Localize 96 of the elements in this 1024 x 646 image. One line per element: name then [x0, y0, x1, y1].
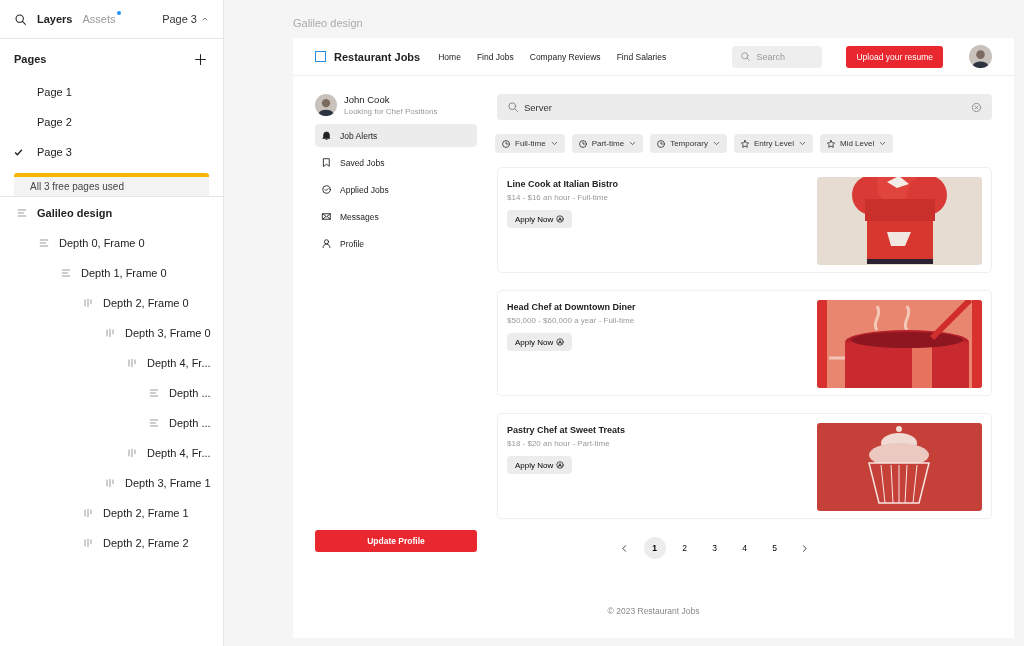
layer-name[interactable]: Depth 2, Frame 0	[103, 297, 189, 309]
layer-name[interactable]: Depth 3, Frame 1	[125, 477, 211, 489]
apply-icon	[556, 215, 565, 223]
page-switcher[interactable]: Page 3	[162, 13, 197, 25]
layer-name[interactable]: Depth 0, Frame 0	[59, 237, 145, 249]
layout-bars-icon	[104, 477, 116, 489]
job-details: $18 - $20 an hour - Part-time	[507, 439, 611, 448]
layout-bars-icon	[82, 537, 94, 549]
search-icon	[14, 12, 27, 26]
chevron-down-icon	[797, 139, 807, 148]
person-icon	[321, 238, 332, 249]
layer-name[interactable]: Depth 2, Frame 2	[103, 537, 189, 549]
logo-icon	[315, 51, 326, 62]
nav-link[interactable]: Company Reviews	[529, 51, 601, 62]
layout-bars-icon	[82, 297, 94, 309]
search-icon	[740, 51, 752, 62]
sidebar-item[interactable]: Saved Jobs	[315, 151, 477, 174]
apply-button[interactable]: Apply Now	[507, 333, 573, 351]
filter-chip[interactable]: Full-time	[495, 134, 565, 153]
job-search-field[interactable]: Server	[497, 94, 992, 120]
filter-chip[interactable]: Mid Level	[819, 134, 894, 153]
layout-lines-icon	[148, 387, 160, 399]
chevron-down-icon	[878, 139, 888, 148]
layer-name[interactable]: Depth 4, Fr...	[147, 447, 211, 459]
bell-icon	[321, 130, 332, 141]
apply-button[interactable]: Apply Now	[507, 210, 573, 228]
brand-name[interactable]: Restaurant Jobs	[334, 50, 421, 63]
sidebar-item[interactable]: Messages	[315, 205, 477, 228]
layout-lines-icon	[16, 207, 28, 219]
frame-label: Galileo design	[293, 17, 363, 29]
job-details: $14 - $16 an hour - Full-time	[507, 193, 609, 202]
page-item[interactable]: Page 1	[37, 86, 72, 98]
pages-limit-notice: All 3 free pages used	[14, 173, 209, 196]
pages-title: Pages	[14, 53, 47, 65]
panel-tab[interactable]: Layers	[37, 13, 73, 25]
page-item[interactable]: Page 2	[37, 116, 72, 128]
clock-icon	[577, 138, 588, 149]
chevron-down-icon	[549, 139, 559, 148]
layer-name[interactable]: Depth ...	[169, 417, 211, 429]
layout-bars-icon	[104, 327, 116, 339]
chevron-right-icon	[800, 543, 809, 553]
job-title[interactable]: Line Cook at Italian Bistro	[507, 179, 618, 189]
page-number[interactable]: 3	[703, 537, 726, 559]
footer-text: © 2023 Restaurant Jobs	[607, 606, 700, 616]
layer-name[interactable]: Depth 4, Fr...	[147, 357, 211, 369]
avatar	[315, 94, 337, 116]
chevron-down-icon	[711, 139, 721, 148]
apply-icon	[556, 338, 565, 346]
layout-lines-icon	[38, 237, 50, 249]
nav-link[interactable]: Find Jobs	[476, 51, 514, 62]
bookmark-icon	[321, 157, 332, 168]
layout-lines-icon	[148, 417, 160, 429]
layer-name[interactable]: Galileo design	[37, 207, 113, 219]
job-title[interactable]: Head Chef at Downtown Diner	[507, 302, 636, 312]
update-profile-button[interactable]: Update Profile	[315, 530, 477, 552]
apply-icon	[556, 461, 565, 469]
star-icon	[739, 138, 750, 149]
sidebar-item[interactable]: Profile	[315, 232, 477, 255]
layout-bars-icon	[126, 357, 138, 369]
layer-name[interactable]: Depth 2, Frame 1	[103, 507, 189, 519]
chevron-down-icon	[628, 139, 638, 148]
caret-up-icon	[201, 15, 209, 23]
job-details: $50,000 - $60,000 a year - Full-time	[507, 316, 636, 325]
job-title[interactable]: Pastry Chef at Sweet Treats	[507, 425, 626, 435]
envelope-icon	[321, 211, 332, 222]
search-icon	[507, 101, 519, 113]
check-circle-icon	[321, 184, 332, 195]
nav-link[interactable]: Home	[438, 51, 461, 62]
profile-subtitle: Looking for Chef Positions	[344, 107, 438, 116]
filter-chip[interactable]: Temporary	[650, 134, 727, 153]
filter-chip[interactable]: Entry Level	[733, 134, 813, 153]
layer-name[interactable]: Depth 3, Frame 0	[125, 327, 211, 339]
upload-resume-button[interactable]: Upload your resume	[846, 45, 943, 68]
nav-link[interactable]: Find Salaries	[616, 51, 667, 62]
page-number[interactable]: 1	[643, 537, 666, 559]
clear-icon	[971, 101, 982, 113]
page-number[interactable]: 2	[673, 537, 696, 559]
sidebar-item[interactable]: Job Alerts	[315, 124, 477, 147]
star-icon	[825, 138, 836, 149]
page-number[interactable]: 5	[763, 537, 786, 559]
apply-button[interactable]: Apply Now	[507, 456, 573, 474]
add-icon	[194, 52, 207, 66]
layout-lines-icon	[60, 267, 72, 279]
filter-chip[interactable]: Part-time	[571, 134, 644, 153]
clock-icon	[656, 138, 667, 149]
layer-name[interactable]: Depth ...	[169, 387, 211, 399]
chevron-left-icon	[620, 543, 629, 553]
avatar	[969, 45, 992, 68]
clock-icon	[501, 138, 511, 149]
page-number[interactable]: 4	[733, 537, 756, 559]
profile-name: John Cook	[344, 94, 391, 105]
layout-bars-icon	[82, 507, 94, 519]
page-item[interactable]: Page 3	[37, 146, 72, 158]
sidebar-item[interactable]: Applied Jobs	[315, 178, 477, 201]
layout-bars-icon	[126, 447, 138, 459]
layer-name[interactable]: Depth 1, Frame 0	[81, 267, 167, 279]
